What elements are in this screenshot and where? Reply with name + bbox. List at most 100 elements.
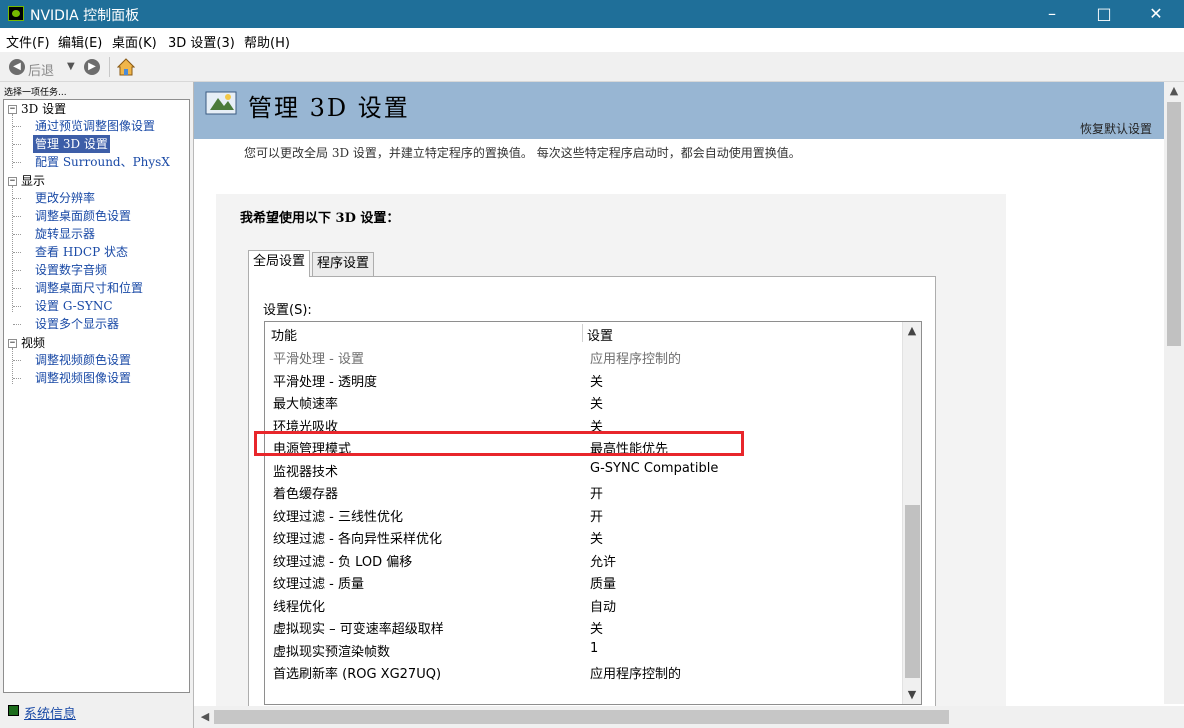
setting-value[interactable]: 关	[590, 393, 603, 412]
setting-value[interactable]: 关	[590, 371, 603, 390]
collapse-icon[interactable]: −	[8, 177, 17, 186]
toolbar-divider	[109, 57, 110, 77]
tree-item-video-image[interactable]: 调整视频图像设置	[35, 369, 131, 387]
setting-value[interactable]: 允许	[590, 551, 616, 570]
tab-program-settings[interactable]: 程序设置	[312, 252, 375, 276]
restore-defaults-link[interactable]: 恢复默认设置	[1080, 120, 1152, 137]
menu-edit[interactable]: 编辑(E)	[58, 32, 102, 51]
column-header-feature[interactable]: 功能	[271, 325, 297, 344]
setting-value[interactable]: 开	[590, 483, 603, 502]
highlight-annotation	[254, 431, 744, 456]
collapse-icon[interactable]: −	[8, 105, 17, 114]
table-row[interactable]: 纹理过滤 - 各向异性采样优化 关	[265, 526, 901, 549]
page-scroll-thumb[interactable]	[1167, 102, 1181, 346]
setting-value[interactable]: 应用程序控制的	[590, 348, 681, 367]
page-title: 管理 3D 设置	[248, 94, 410, 122]
tree-connector	[13, 126, 21, 127]
column-header-setting[interactable]: 设置	[587, 325, 613, 344]
tree-item-video-color[interactable]: 调整视频颜色设置	[35, 351, 131, 369]
table-row[interactable]: 平滑处理 - 设置 应用程序控制的	[265, 346, 901, 369]
menu-file[interactable]: 文件(F)	[6, 32, 50, 51]
page-description: 您可以更改全局 3D 设置，并建立特定程序的置换值。 每次这些特定程序启动时，都…	[244, 146, 801, 160]
tree-connector	[13, 288, 21, 289]
table-row[interactable]: 虚拟现实 – 可变速率超级取样 关	[265, 616, 901, 639]
tree-item-multi-display[interactable]: 设置多个显示器	[35, 315, 119, 333]
setting-value[interactable]: 开	[590, 506, 603, 525]
scroll-up-icon[interactable]: ▲	[903, 322, 921, 340]
tree-item-manage-3d[interactable]: 管理 3D 设置	[33, 135, 110, 153]
home-icon[interactable]	[117, 58, 135, 76]
tree-item-digital-audio[interactable]: 设置数字音频	[35, 261, 107, 279]
page-scroll-up-icon[interactable]: ▲	[1164, 82, 1184, 100]
table-row[interactable]: 平滑处理 - 透明度 关	[265, 369, 901, 392]
main-content: 管理 3D 设置 恢复默认设置 您可以更改全局 3D 设置，并建立特定程序的置换…	[193, 82, 1184, 728]
system-info-label[interactable]: 系统信息	[24, 703, 76, 722]
menu-help[interactable]: 帮助(H)	[244, 32, 290, 51]
forward-arrow-icon[interactable]: ▶	[84, 59, 100, 75]
setting-feature: 平滑处理 - 设置	[273, 352, 364, 367]
system-info-icon	[8, 705, 19, 716]
task-prompt: 选择一项任务...	[4, 88, 67, 98]
task-tree: − 3D 设置 通过预览调整图像设置 管理 3D 设置 配置 Surround、…	[3, 99, 190, 693]
table-row[interactable]: 虚拟现实预渲染帧数 1	[265, 639, 901, 662]
column-divider[interactable]	[582, 324, 583, 342]
table-row[interactable]: 监视器技术 G-SYNC Compatible	[265, 459, 901, 482]
setting-feature: 线程优化	[273, 599, 326, 615]
tab-global-settings[interactable]: 全局设置	[248, 250, 311, 277]
section-title: 我希望使用以下 3D 设置：	[240, 211, 400, 226]
back-button-label[interactable]: 后退	[28, 60, 54, 79]
tree-connector	[13, 144, 21, 145]
setting-value[interactable]: 应用程序控制的	[590, 663, 681, 682]
setting-value[interactable]: 1	[590, 641, 598, 656]
setting-value[interactable]: 自动	[590, 596, 616, 615]
setting-value[interactable]: 关	[590, 528, 603, 547]
tree-connector	[13, 306, 21, 307]
menu-3d-settings[interactable]: 3D 设置(3)	[168, 32, 235, 51]
tree-connector	[13, 234, 21, 235]
setting-value[interactable]: 质量	[590, 573, 616, 592]
menu-desktop[interactable]: 桌面(K)	[112, 32, 157, 51]
tree-category-display[interactable]: 显示	[21, 172, 45, 190]
list-scroll-thumb[interactable]	[905, 505, 920, 678]
minimize-button[interactable]: –	[1029, 0, 1075, 28]
setting-value[interactable]: 关	[590, 618, 603, 637]
tree-item-desktop-color[interactable]: 调整桌面颜色设置	[35, 207, 131, 225]
tree-category-video[interactable]: 视频	[21, 334, 45, 352]
list-scrollbar[interactable]: ▲ ▼	[902, 322, 921, 704]
tree-item-desktop-size[interactable]: 调整桌面尺寸和位置	[35, 279, 143, 297]
page-vertical-scrollbar[interactable]: ▲	[1164, 82, 1184, 704]
table-row[interactable]: 着色缓存器 开	[265, 481, 901, 504]
table-row[interactable]: 纹理过滤 - 三线性优化 开	[265, 504, 901, 527]
maximize-button[interactable]: □	[1081, 0, 1127, 28]
table-row[interactable]: 纹理过滤 - 质量 质量	[265, 571, 901, 594]
tree-item-resolution[interactable]: 更改分辨率	[35, 189, 95, 207]
table-row[interactable]: 首选刷新率 (ROG XG27UQ) 应用程序控制的	[265, 661, 901, 684]
page-hscroll-thumb[interactable]	[214, 710, 949, 724]
table-row[interactable]: 最大帧速率 关	[265, 391, 901, 414]
tree-item-gsync[interactable]: 设置 G-SYNC	[35, 297, 113, 315]
collapse-icon[interactable]: −	[8, 339, 17, 348]
tree-item-surround-physx[interactable]: 配置 Surround、PhysX	[35, 153, 170, 171]
setting-feature: 首选刷新率 (ROG XG27UQ)	[273, 667, 442, 682]
tree-category-3d[interactable]: 3D 设置	[21, 100, 66, 118]
toolbar: ◀ 后退 ▼ ▶	[0, 52, 1184, 82]
page-scroll-left-icon[interactable]: ◀	[196, 708, 214, 726]
page-horizontal-scrollbar[interactable]: ◀	[194, 706, 1184, 728]
scroll-down-icon[interactable]: ▼	[903, 686, 921, 704]
page-banner: 管理 3D 设置 恢复默认设置	[194, 82, 1164, 139]
setting-feature: 着色缓存器	[273, 487, 339, 502]
tree-item-rotate-display[interactable]: 旋转显示器	[35, 225, 95, 243]
back-arrow-icon[interactable]: ◀	[9, 59, 25, 75]
tree-item-hdcp-status[interactable]: 查看 HDCP 状态	[35, 243, 128, 261]
history-dropdown-icon[interactable]: ▼	[67, 61, 75, 72]
tree-item-preview-adjust[interactable]: 通过预览调整图像设置	[35, 117, 155, 135]
setting-feature: 纹理过滤 - 三线性优化	[273, 509, 403, 525]
list-header: 功能 设置	[265, 322, 901, 344]
setting-value[interactable]: G-SYNC Compatible	[590, 461, 718, 476]
tree-connector	[13, 252, 21, 253]
settings-list[interactable]: 功能 设置 平滑处理 - 设置 应用程序控制的 平滑处理 - 透明度关最大帧速率关环…	[264, 321, 922, 705]
tree-connector	[13, 198, 21, 199]
table-row[interactable]: 纹理过滤 - 负 LOD 偏移 允许	[265, 549, 901, 572]
table-row[interactable]: 线程优化 自动	[265, 594, 901, 617]
close-button[interactable]: ✕	[1133, 0, 1179, 28]
